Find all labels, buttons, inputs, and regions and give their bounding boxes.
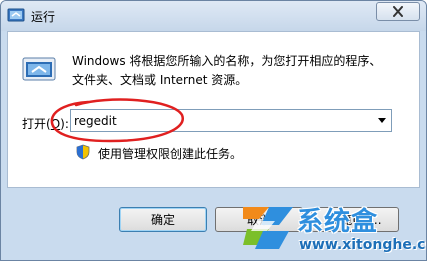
title-bar[interactable]: 运行 [1,1,426,31]
description-line-2: 文件夹、文档或 Internet 资源。 [72,73,248,87]
xitonghe-logo-icon [243,207,293,249]
run-program-icon [22,57,56,81]
open-input[interactable] [71,110,371,131]
watermark: 系统盒 www.xitonghe.com [239,197,426,260]
uac-shield-icon [76,144,90,160]
watermark-url: www.xitonghe.com [299,237,426,253]
dialog-content: Windows 将根据您所输入的名称，为您打开相应的程序、 文件夹、文档或 In… [7,31,420,188]
ok-button[interactable]: 确定 [119,207,207,232]
window-title: 运行 [31,10,56,24]
run-dialog: 运行 Windows 将根据您所输入的名称，为您打开相应的程序、 文件夹、文档或… [0,0,427,261]
open-accel-close: ): [60,117,69,131]
combobox-dropdown-button[interactable] [373,110,391,131]
admin-note: 使用管理权限创建此任务。 [98,147,243,161]
open-combobox[interactable] [70,109,392,132]
watermark-name: 系统盒 [297,207,379,237]
close-button[interactable] [376,2,420,21]
run-app-icon [7,8,25,22]
close-icon [393,6,403,17]
chevron-down-icon [378,118,386,123]
description-text: Windows 将根据您所输入的名称，为您打开相应的程序、 文件夹、文档或 In… [72,52,402,90]
description-line-1: Windows 将根据您所输入的名称，为您打开相应的程序、 [72,54,382,68]
open-accel-key: O [50,117,61,131]
open-label-text: 打开 [22,117,47,131]
open-label: 打开(O): [22,115,69,132]
